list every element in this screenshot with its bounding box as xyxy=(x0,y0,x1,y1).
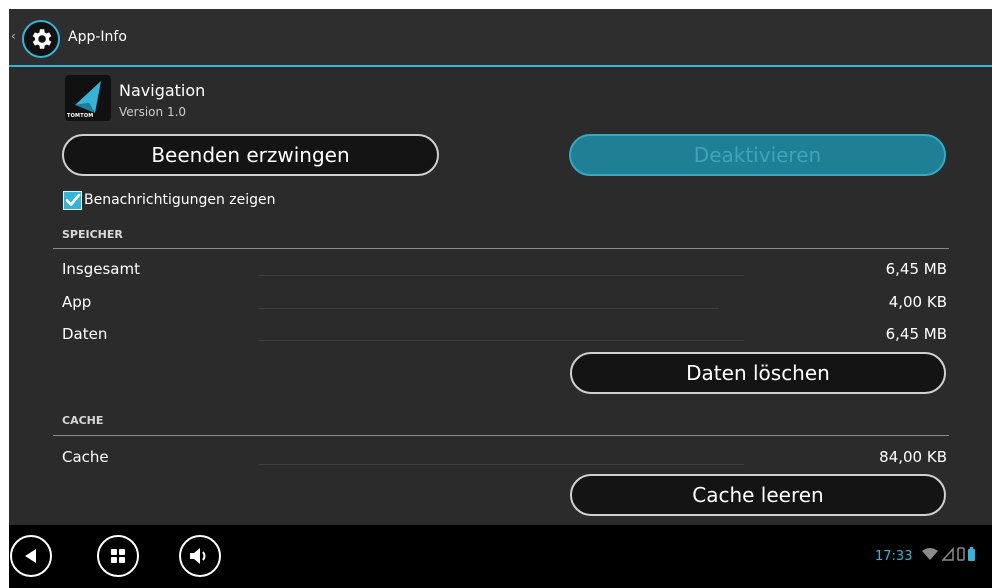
back-arrow-icon[interactable] xyxy=(10,535,52,577)
row-separator xyxy=(259,308,719,309)
page-title: App-Info xyxy=(68,29,127,45)
clear-data-button[interactable]: Daten löschen xyxy=(570,352,946,394)
volume-icon[interactable] xyxy=(179,535,221,577)
storage-data-label: Daten xyxy=(62,325,108,343)
storage-total-value: 6,45 MB xyxy=(885,260,947,278)
clear-cache-button[interactable]: Cache leeren xyxy=(570,474,946,516)
storage-section-header: SPEICHER xyxy=(62,228,123,241)
home-grid-icon[interactable] xyxy=(97,535,139,577)
wifi-icon xyxy=(922,548,938,560)
app-version: Version 1.0 xyxy=(119,105,187,119)
storage-total-label: Insgesamt xyxy=(62,260,140,278)
status-icons xyxy=(921,547,975,561)
cache-label: Cache xyxy=(62,448,109,466)
storage-section-divider xyxy=(53,248,949,249)
disable-button[interactable]: Deaktivieren xyxy=(569,134,946,176)
row-separator xyxy=(259,340,744,341)
app-name: Navigation xyxy=(119,81,206,100)
force-stop-button[interactable]: Beenden erzwingen xyxy=(62,134,439,176)
settings-gear-icon[interactable] xyxy=(22,20,60,58)
battery-icon xyxy=(968,547,975,561)
navigation-bar: 17:33 xyxy=(9,525,992,588)
row-separator xyxy=(259,464,744,465)
storage-app-value: 4,00 KB xyxy=(888,293,947,311)
cache-value: 84,00 KB xyxy=(879,448,947,466)
row-separator xyxy=(259,275,744,276)
up-chevron-icon[interactable]: ‹ xyxy=(11,29,16,43)
tomtom-navigation-icon: TOMTOM xyxy=(65,75,111,121)
show-notifications-checkbox[interactable] xyxy=(63,190,82,210)
signal-icon xyxy=(942,547,954,561)
bluetooth-icon xyxy=(957,547,965,561)
checkmark-icon xyxy=(65,193,80,206)
cache-section-divider xyxy=(53,435,949,436)
storage-data-value: 6,45 MB xyxy=(885,325,947,343)
app-info-screen: ‹ App-Info TOMTOM Navigation Version 1.0… xyxy=(9,9,992,588)
status-time: 17:33 xyxy=(875,549,913,564)
app-icon-brand-text: TOMTOM xyxy=(67,113,94,119)
show-notifications-row[interactable]: Benachrichtigungen zeigen xyxy=(63,189,276,211)
action-bar: ‹ App-Info xyxy=(9,9,992,67)
storage-app-label: App xyxy=(62,293,92,311)
action-bar-divider xyxy=(9,65,992,67)
show-notifications-label: Benachrichtigungen zeigen xyxy=(84,192,276,208)
cache-section-header: CACHE xyxy=(62,414,104,427)
